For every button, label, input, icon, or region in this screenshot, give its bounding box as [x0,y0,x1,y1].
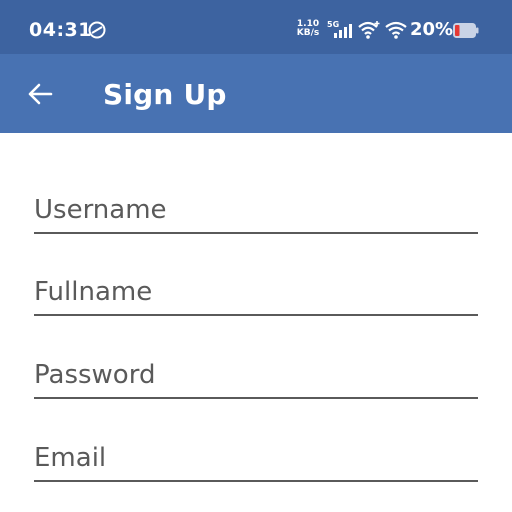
battery-percent: 20% [410,19,454,40]
signal-strength-icon [334,24,352,38]
status-time: 04:31 [29,19,92,41]
username-input[interactable] [34,190,478,234]
password-input[interactable] [34,355,478,399]
battery-icon [453,23,479,38]
network-speed-unit: KB/s [296,28,320,38]
back-button[interactable] [22,76,58,112]
sign-up-screen: 04:31 1.10 KB/s 5G 20% Sign Up Username … [0,0,512,512]
arrow-left-icon [28,83,53,105]
app-notification-icon [88,21,106,39]
fullname-field [34,272,478,316]
email-field [34,438,478,482]
email-input[interactable] [34,438,478,482]
password-field [34,355,478,399]
page-title: Sign Up [103,78,227,111]
status-bar: 04:31 1.10 KB/s 5G 20% [0,0,512,54]
fullname-input[interactable] [34,272,478,316]
username-field [34,190,478,234]
network-speed: 1.10 KB/s [296,20,320,38]
wifi-icon [385,21,407,39]
app-bar: Sign Up [0,54,512,133]
wifi-plus-icon [358,21,380,39]
